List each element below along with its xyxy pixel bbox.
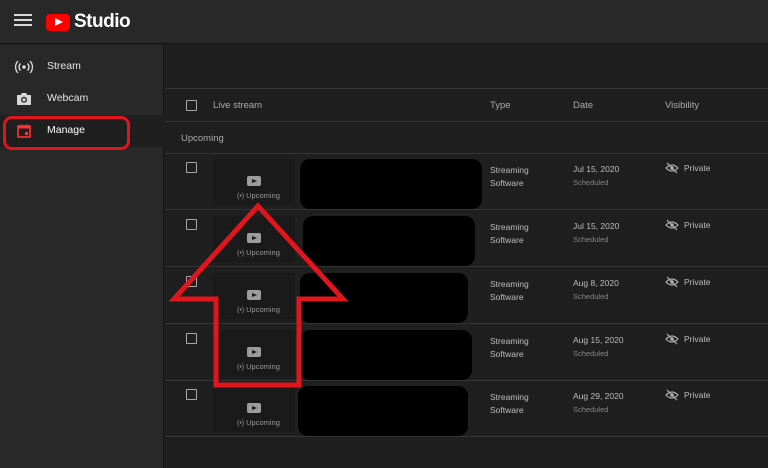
stream-thumbnail[interactable]: (•) Upcoming — [213, 273, 295, 319]
table-row[interactable]: (•) Upcoming Streaming Software Aug 29, 20… — [165, 381, 768, 437]
eye-off-icon — [665, 162, 679, 174]
stream-date: Aug 8, 2020 — [573, 278, 619, 288]
highlight-outline — [3, 116, 130, 150]
stream-thumbnail[interactable]: (•) Upcoming — [213, 159, 295, 205]
upcoming-badge: (•) Upcoming — [237, 418, 280, 427]
stream-type: Streaming Software — [490, 165, 529, 188]
visibility-control[interactable]: Private — [665, 389, 710, 401]
stream-thumbnail[interactable]: (•) Upcoming — [213, 330, 295, 376]
stream-status: Scheduled — [573, 292, 609, 301]
table-row[interactable]: (•) Upcoming Streaming Software Aug 15, 20… — [165, 325, 768, 381]
play-icon — [247, 233, 261, 243]
select-all-checkbox[interactable] — [186, 100, 197, 111]
stream-status: Scheduled — [573, 349, 609, 358]
sidebar-item-webcam[interactable]: Webcam — [0, 83, 164, 115]
column-header-date[interactable]: Date — [573, 100, 593, 111]
stream-date: Aug 15, 2020 — [573, 335, 624, 345]
visibility-control[interactable]: Private — [665, 162, 710, 174]
visibility-control[interactable]: Private — [665, 333, 710, 345]
table-row[interactable]: (•) Upcoming Streaming Software Jul 15, 20… — [165, 154, 768, 210]
stream-status: Scheduled — [573, 178, 609, 187]
live-broadcast-icon: (•) — [237, 307, 245, 314]
main-content: Live stream Type Date Visibility Upcomin… — [165, 45, 768, 468]
redacted-title — [300, 273, 468, 323]
upcoming-badge: (•) Upcoming — [237, 305, 280, 314]
visibility-control[interactable]: Private — [665, 276, 710, 288]
row-checkbox[interactable] — [186, 276, 197, 287]
live-broadcast-icon — [15, 60, 33, 74]
eye-off-icon — [665, 219, 679, 231]
top-bar: Studio — [0, 0, 768, 44]
play-icon — [247, 403, 261, 413]
stream-thumbnail[interactable]: (•) Upcoming — [213, 386, 295, 432]
play-icon — [247, 176, 261, 186]
stream-type: Streaming Software — [490, 279, 529, 302]
sidebar-item-label: Stream — [47, 60, 81, 72]
live-broadcast-icon: (•) — [237, 193, 245, 200]
live-broadcast-icon: (•) — [237, 364, 245, 371]
upcoming-badge: (•) Upcoming — [237, 362, 280, 371]
visibility-control[interactable]: Private — [665, 219, 710, 231]
stream-type: Streaming Software — [490, 392, 529, 415]
eye-off-icon — [665, 333, 679, 345]
redacted-title — [298, 386, 468, 436]
column-header-live-stream[interactable]: Live stream — [213, 100, 262, 111]
sidebar-item-stream[interactable]: Stream — [0, 51, 164, 83]
stream-date: Jul 15, 2020 — [573, 221, 620, 231]
stream-status: Scheduled — [573, 405, 609, 414]
live-broadcast-icon: (•) — [237, 420, 245, 427]
studio-logo[interactable]: Studio — [46, 10, 131, 34]
stream-date: Aug 29, 2020 — [573, 391, 624, 401]
row-checkbox[interactable] — [186, 389, 197, 400]
column-header-visibility[interactable]: Visibility — [665, 100, 699, 111]
live-broadcast-icon: (•) — [237, 250, 245, 257]
youtube-logo-icon — [46, 13, 70, 31]
stream-type: Streaming Software — [490, 336, 529, 359]
filter-bar — [165, 45, 768, 89]
redacted-title — [300, 330, 472, 380]
sidebar: Stream Webcam Manage — [0, 45, 164, 468]
table-row[interactable]: (•) Upcoming Streaming Software Aug 8, 202… — [165, 268, 768, 324]
row-checkbox[interactable] — [186, 219, 197, 230]
row-checkbox[interactable] — [186, 162, 197, 173]
stream-thumbnail[interactable]: (•) Upcoming — [213, 216, 295, 262]
redacted-title — [300, 159, 482, 209]
table-row[interactable]: (•) Upcoming Streaming Software Jul 15, 20… — [165, 211, 768, 267]
camera-icon — [17, 93, 31, 105]
column-header-type[interactable]: Type — [490, 100, 511, 111]
eye-off-icon — [665, 389, 679, 401]
app-title: Studio — [74, 11, 131, 32]
row-checkbox[interactable] — [186, 333, 197, 344]
stream-date: Jul 15, 2020 — [573, 164, 620, 174]
upcoming-badge: (•) Upcoming — [237, 248, 280, 257]
eye-off-icon — [665, 276, 679, 288]
stream-status: Scheduled — [573, 235, 609, 244]
hamburger-menu-icon[interactable] — [14, 14, 32, 28]
stream-type: Streaming Software — [490, 222, 529, 245]
section-label-upcoming: Upcoming — [181, 133, 224, 144]
play-icon — [247, 347, 261, 357]
play-icon — [247, 290, 261, 300]
sidebar-item-label: Webcam — [47, 92, 89, 104]
redacted-title — [303, 216, 475, 266]
upcoming-badge: (•) Upcoming — [237, 191, 280, 200]
table-header: Live stream Type Date Visibility — [165, 90, 768, 122]
